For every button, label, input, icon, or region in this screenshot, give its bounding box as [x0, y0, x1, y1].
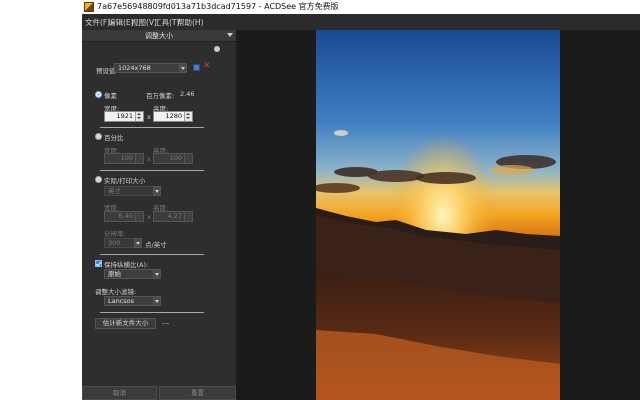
ratio-value: 原始	[108, 270, 121, 278]
radio-pixels[interactable]	[95, 91, 102, 98]
preset-label: 预设值	[96, 67, 116, 75]
percent-height-input[interactable]: 100	[153, 153, 193, 164]
print-height-value: 4.27	[167, 212, 182, 220]
menu-help[interactable]: 帮助(H)	[177, 17, 204, 28]
percent-height-value: 100	[169, 154, 182, 162]
times-sign: x	[147, 113, 151, 121]
preset-dropdown[interactable]: 1024x768	[114, 63, 187, 73]
filter-label: 调整大小滤镜:	[95, 288, 137, 296]
print-size-label: 实际/打印大小	[104, 177, 146, 185]
pixels-height-value: 1280	[165, 112, 182, 120]
filter-value: Lancsos	[108, 297, 135, 305]
spin-buttons[interactable]	[135, 154, 143, 163]
divider	[100, 254, 204, 255]
keep-ratio-label: 保持纵横比(A):	[104, 261, 149, 269]
megapixels-label: 百万像素:	[146, 92, 175, 100]
estimate-size-value: ---	[162, 319, 170, 327]
spin-buttons[interactable]	[184, 112, 192, 121]
delete-preset-icon[interactable]: ✕	[203, 61, 211, 71]
viewer-margin	[236, 30, 316, 400]
preset-value: 1024x768	[118, 64, 151, 72]
percent-label: 百分比	[104, 134, 124, 142]
resolution-unit: 点/英寸	[145, 241, 167, 249]
chevron-down-icon	[179, 63, 187, 73]
cancel-button[interactable]: 取消	[82, 386, 157, 400]
image-viewer[interactable]	[316, 30, 640, 400]
acdsee-window: 7a67e56948809fd013a71b3dcad71597 - ACDSe…	[82, 0, 640, 400]
preview-image	[316, 30, 560, 400]
window-title: 7a67e56948809fd013a71b3dcad71597 - ACDSe…	[97, 2, 339, 11]
menu-bar: 文件(F) 编辑(E) 视图(V) 工具(T) 帮助(H)	[82, 14, 640, 30]
resolution-label: 分辨率:	[104, 230, 126, 238]
chevron-down-icon	[134, 238, 142, 248]
filter-dropdown[interactable]: Lancsos	[104, 296, 161, 306]
percent-width-input[interactable]: 100	[104, 153, 144, 164]
pin-icon[interactable]	[214, 46, 220, 52]
resolution-dropdown[interactable]: 300	[104, 238, 142, 248]
unit-value: 英寸	[108, 187, 121, 195]
title-bar: 7a67e56948809fd013a71b3dcad71597 - ACDSe…	[82, 0, 640, 14]
chevron-down-icon[interactable]	[227, 33, 233, 37]
panel-title: 调整大小	[145, 32, 173, 40]
pixels-label: 像素	[104, 92, 117, 100]
unit-dropdown[interactable]: 英寸	[104, 186, 161, 196]
times-sign: x	[147, 155, 151, 163]
panel-header[interactable]: 调整大小	[82, 30, 236, 42]
spin-buttons[interactable]	[135, 212, 143, 221]
print-width-value: 6.40	[118, 212, 133, 220]
print-height-input[interactable]: 4.27	[153, 211, 193, 222]
print-width-input[interactable]: 6.40	[104, 211, 144, 222]
spin-buttons[interactable]	[184, 154, 192, 163]
chevron-down-icon	[153, 269, 161, 279]
megapixels-value: 2.46	[180, 90, 195, 98]
pixels-height-input[interactable]: 1280	[153, 111, 193, 122]
save-preset-icon[interactable]	[193, 64, 200, 71]
divider	[100, 127, 204, 128]
spin-buttons[interactable]	[135, 112, 143, 121]
radio-print-size[interactable]	[95, 176, 102, 183]
keep-ratio-checkbox[interactable]	[95, 260, 102, 267]
menu-tools[interactable]: 工具(T)	[154, 17, 179, 28]
estimate-size-button[interactable]: 估计新文件大小	[95, 318, 156, 329]
percent-width-value: 100	[120, 154, 133, 162]
chevron-down-icon	[153, 296, 161, 306]
spin-buttons[interactable]	[184, 212, 192, 221]
ratio-dropdown[interactable]: 原始	[104, 269, 161, 279]
pixels-width-input[interactable]: 1921	[104, 111, 144, 122]
resolution-value: 300	[108, 239, 121, 247]
divider	[100, 312, 204, 313]
acdsee-app-icon	[84, 2, 94, 12]
divider	[100, 170, 204, 171]
radio-percent[interactable]	[95, 133, 102, 140]
menu-edit[interactable]: 编辑(E)	[108, 17, 134, 28]
menu-file[interactable]: 文件(F)	[85, 17, 110, 28]
pixels-width-value: 1921	[116, 112, 133, 120]
reset-button[interactable]: 重置	[159, 386, 236, 400]
times-sign: x	[147, 213, 151, 221]
chevron-down-icon	[153, 186, 161, 196]
